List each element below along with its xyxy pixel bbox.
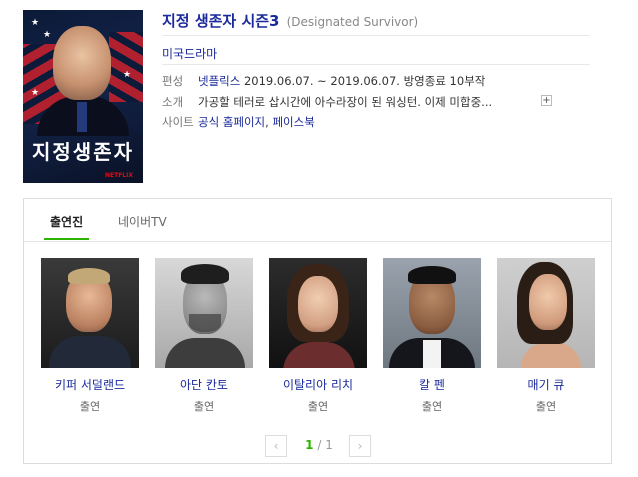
star-icon: ★ [43,30,52,40]
poster-title: 지정생존자 [32,140,134,164]
photo-hair [181,264,229,284]
active-tab-indicator [44,238,90,240]
cast-role: 출연 [307,400,329,413]
photo-hair [68,268,110,284]
current-page: 1 [305,438,314,452]
cast-photo[interactable] [155,258,253,368]
show-poster[interactable]: ★ ★ ★ ★ 지정생존자 NETFLIX [23,10,143,183]
tab-cast-label: 출연진 [50,215,84,229]
prev-page-button[interactable]: ‹ [265,435,287,457]
page-indicator: 1 / 1 [294,438,344,452]
network-link[interactable]: 넷플릭스 [198,74,240,88]
cast-item[interactable]: 칼 펜 출연 [383,258,481,414]
total-pages: 1 [325,438,333,452]
cast-role: 출연 [421,400,443,413]
show-title-row: 지정 생존자 시즌3 (Designated Survivor) [162,10,418,31]
cast-panel: 출연진 네이버TV 키퍼 서덜랜드 출연 아단 칸토 출연 이탈리아 리치 출연… [23,198,612,464]
photo-beard [189,314,221,332]
cast-item[interactable]: 이탈리아 리치 출연 [269,258,367,414]
pagination: ‹ 1 / 1 › [24,435,611,457]
cast-photo[interactable] [269,258,367,368]
facebook-link[interactable]: 페이스북 [272,115,314,129]
info-schedule-row: 편성 넷플릭스 2019.06.07. ~ 2019.06.07. 방영종료 10… [162,73,485,89]
cast-name-link[interactable]: 이탈리아 리치 [269,376,367,393]
photo-body [49,336,131,368]
photo-face [529,274,567,330]
cast-role: 출연 [535,400,557,413]
info-summary-row: 소개 가공할 테러로 삽시간에 아수라장이 된 워싱턴. 이제 미합중... [162,94,492,110]
poster-figure-tie [77,102,87,132]
cast-item[interactable]: 키퍼 서덜랜드 출연 [41,258,139,414]
show-title-link[interactable]: 지정 생존자 시즌3 [162,12,279,30]
show-original-title: (Designated Survivor) [286,15,419,29]
cast-item[interactable]: 아단 칸토 출연 [155,258,253,414]
summary-label: 소개 [162,95,184,109]
star-icon: ★ [31,18,40,28]
star-icon: ★ [123,70,132,80]
cast-name-link[interactable]: 칼 펜 [383,376,481,393]
expand-summary-button[interactable]: + [541,95,552,106]
info-site-row: 사이트 공식 홈페이지, 페이스북 [162,114,315,130]
page-separator: / [313,438,326,452]
star-icon: ★ [31,88,40,98]
poster-brand: NETFLIX [105,172,133,179]
tab-naver-tv[interactable]: 네이버TV [118,213,167,230]
genre-link[interactable]: 미국드라마 [162,45,217,62]
poster-flag-stripes-right [109,32,143,102]
next-page-button[interactable]: › [349,435,371,457]
cast-name-link[interactable]: 매기 큐 [497,376,595,393]
divider [162,64,590,65]
schedule-label: 편성 [162,74,184,88]
poster-figure-face [53,26,111,100]
summary-text: 가공할 테러로 삽시간에 아수라장이 된 워싱턴. 이제 미합중... [198,95,493,109]
site-label: 사이트 [162,115,194,129]
cast-item[interactable]: 매기 큐 출연 [497,258,595,414]
cast-name-link[interactable]: 아단 칸토 [155,376,253,393]
cast-name-link[interactable]: 키퍼 서덜랜드 [41,376,139,393]
tab-bar: 출연진 네이버TV [24,199,611,242]
cast-photo[interactable] [497,258,595,368]
schedule-detail: 2019.06.07. ~ 2019.06.07. 방영종료 10부작 [240,74,486,88]
divider [162,35,590,36]
tab-cast[interactable]: 출연진 [44,213,90,240]
photo-hair [408,266,456,284]
cast-role: 출연 [193,400,215,413]
photo-face [298,276,338,332]
cast-photo[interactable] [41,258,139,368]
cast-photo[interactable] [383,258,481,368]
cast-role: 출연 [79,400,101,413]
official-site-link[interactable]: 공식 홈페이지 [198,115,265,129]
photo-shirt [423,340,441,368]
